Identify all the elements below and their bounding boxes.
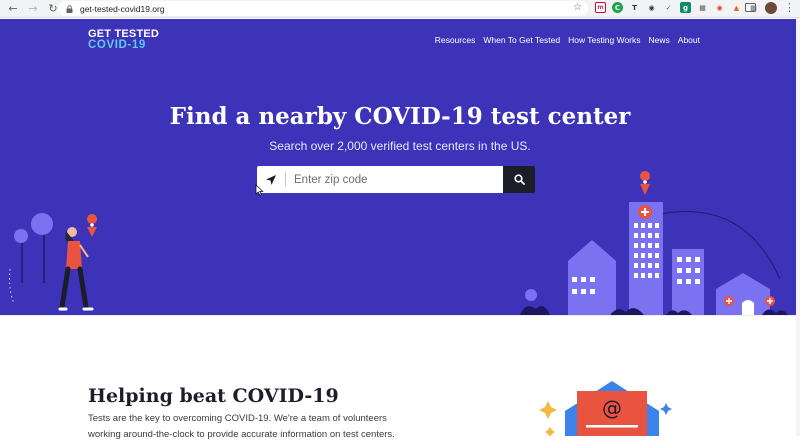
extension-icons: m C T ◉ ✓ g ▦ ◉ ▲ ▩ [595, 2, 765, 13]
mouse-cursor-icon [255, 184, 264, 196]
section-body: Tests are the key to overcoming COVID-19… [88, 413, 395, 440]
svg-text:@: @ [602, 396, 622, 420]
main-nav: Resources When To Get Tested How Testing… [427, 35, 700, 45]
nav-when-to-get-tested[interactable]: When To Get Tested [483, 35, 560, 45]
extension-icon[interactable]: ◉ [714, 2, 725, 13]
zip-code-input[interactable] [286, 167, 486, 192]
lock-icon [66, 4, 73, 13]
email-illustration: @ [540, 381, 672, 436]
back-button[interactable]: ← [6, 2, 20, 16]
extension-icon[interactable]: ▦ [697, 2, 708, 13]
section-divider [0, 315, 800, 316]
hero-subtitle: Search over 2,000 verified test centers … [269, 139, 531, 153]
extension-icon[interactable]: ✓ [663, 2, 674, 13]
browser-toolbar: ← → ↻ get-tested-covid19.org ☆ m C T ◉ ✓… [0, 0, 800, 18]
scrollbar[interactable] [796, 19, 800, 436]
section-title: Helping beat COVID-19 [88, 385, 339, 407]
extension-icon[interactable]: ◉ [646, 2, 657, 13]
nav-how-testing-works[interactable]: How Testing Works [568, 35, 640, 45]
url-text: get-tested-covid19.org [80, 3, 165, 14]
extension-icon[interactable]: m [595, 2, 606, 13]
nav-news[interactable]: News [649, 35, 670, 45]
extension-icon[interactable]: g [680, 2, 691, 13]
hero-title: Find a nearby COVID-19 test center [169, 103, 631, 130]
menu-icon[interactable]: ⋮ [784, 1, 795, 14]
cast-icon[interactable] [745, 3, 756, 13]
search-icon [513, 174, 525, 185]
forward-button[interactable]: → [26, 2, 40, 16]
nav-resources[interactable]: Resources [435, 35, 476, 45]
extension-icon[interactable]: C [612, 2, 623, 13]
address-bar[interactable]: get-tested-covid19.org ☆ [58, 1, 588, 16]
logo-text-bottom: COVID-19 [88, 39, 146, 51]
extension-icon[interactable]: T [629, 2, 640, 13]
location-arrow-icon [266, 174, 276, 185]
site-logo[interactable]: GET TESTED COVID-19 [88, 29, 159, 52]
nav-about[interactable]: About [678, 35, 700, 45]
hero-section: GET TESTED COVID-19 Resources When To Ge… [0, 19, 800, 315]
star-icon[interactable]: ☆ [573, 2, 582, 13]
zip-search-box [257, 166, 503, 193]
search-button[interactable] [503, 166, 535, 193]
profile-avatar[interactable] [765, 2, 777, 14]
extension-icon[interactable]: ▲ [731, 2, 742, 13]
